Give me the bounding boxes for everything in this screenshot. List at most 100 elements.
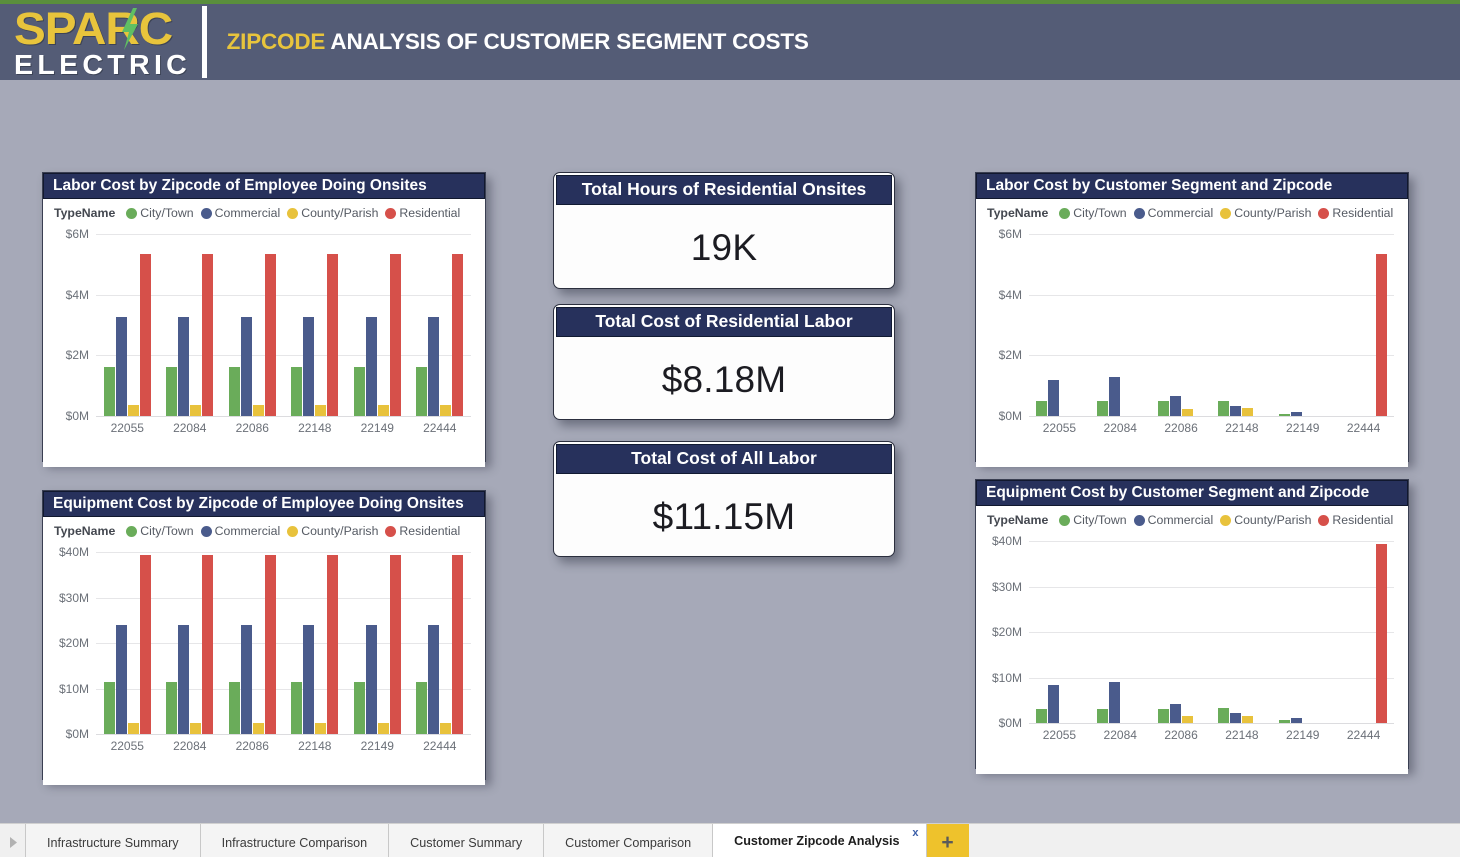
- page-tab-customer-zipcode-analysis[interactable]: Customer Zipcode Analysis x: [713, 824, 927, 857]
- bar-commercial[interactable]: [1169, 703, 1181, 723]
- bar-residential[interactable]: [202, 253, 214, 416]
- bar-commercial[interactable]: [115, 316, 127, 416]
- legend-entry-city-town[interactable]: City/Town: [126, 206, 194, 220]
- bar-residential[interactable]: [1376, 253, 1388, 416]
- bar-commercial[interactable]: [178, 624, 190, 734]
- bar-residential[interactable]: [139, 253, 151, 416]
- bar-city-town[interactable]: [1096, 400, 1108, 416]
- bar-commercial[interactable]: [303, 624, 315, 734]
- bar-city-town[interactable]: [1096, 708, 1108, 723]
- page-tab-customer-comparison[interactable]: Customer Comparison: [544, 824, 714, 857]
- bar-commercial[interactable]: [303, 316, 315, 416]
- bar-group[interactable]: 22149: [346, 552, 409, 753]
- bar-city-town[interactable]: [416, 682, 428, 734]
- bar-residential[interactable]: [389, 555, 401, 734]
- bar-city-town[interactable]: [1157, 708, 1169, 723]
- kpi-card-total-cost-all-labor[interactable]: Total Cost of All Labor $11.15M: [553, 441, 895, 557]
- bar-residential[interactable]: [452, 253, 464, 416]
- bar-city-town[interactable]: [1157, 401, 1169, 416]
- bar-county-parish[interactable]: [440, 405, 452, 416]
- bar-county-parish[interactable]: [1181, 409, 1193, 416]
- bar-county-parish[interactable]: [315, 723, 327, 734]
- legend-entry-residential[interactable]: Residential: [385, 206, 460, 220]
- bar-group[interactable]: 22055: [1029, 234, 1090, 435]
- legend-entry-county-parish[interactable]: County/Parish: [287, 206, 378, 220]
- bar-group[interactable]: 22444: [409, 552, 472, 753]
- bar-group[interactable]: 22148: [1212, 541, 1273, 742]
- bar-group[interactable]: 22086: [1151, 234, 1212, 435]
- bar-county-parish[interactable]: [377, 723, 389, 734]
- bar-group[interactable]: 22149: [1272, 541, 1333, 742]
- legend-entry-county-parish[interactable]: County/Parish: [287, 524, 378, 538]
- bar-city-town[interactable]: [228, 682, 240, 734]
- bar-commercial[interactable]: [1169, 395, 1181, 416]
- bar-group[interactable]: 22084: [159, 234, 222, 435]
- bar-commercial[interactable]: [1230, 713, 1242, 723]
- bar-city-town[interactable]: [416, 366, 428, 416]
- bar-group[interactable]: 22148: [284, 234, 347, 435]
- legend-entry-commercial[interactable]: Commercial: [1133, 513, 1213, 527]
- bar-residential[interactable]: [264, 555, 276, 734]
- bar-commercial[interactable]: [1108, 682, 1120, 723]
- legend-entry-commercial[interactable]: Commercial: [200, 206, 280, 220]
- bar-group[interactable]: 22055: [96, 552, 159, 753]
- bar-group[interactable]: 22148: [1212, 234, 1273, 435]
- bar-city-town[interactable]: [291, 366, 303, 416]
- bar-group[interactable]: 22086: [1151, 541, 1212, 742]
- legend-entry-residential[interactable]: Residential: [385, 524, 460, 538]
- bar-group[interactable]: 22055: [96, 234, 159, 435]
- bar-city-town[interactable]: [103, 682, 115, 734]
- bar-county-parish[interactable]: [127, 723, 139, 734]
- bar-county-parish[interactable]: [377, 405, 389, 416]
- bar-county-parish[interactable]: [127, 405, 139, 416]
- chart-panel-equipment-by-customer-segment-zipcode[interactable]: Equipment Cost by Customer Segment and Z…: [975, 479, 1409, 774]
- bar-commercial[interactable]: [428, 624, 440, 734]
- bar-residential[interactable]: [139, 555, 151, 734]
- bar-residential[interactable]: [202, 555, 214, 734]
- add-page-button[interactable]: +: [926, 824, 969, 857]
- bar-commercial[interactable]: [365, 316, 377, 416]
- bar-group[interactable]: 22086: [221, 552, 284, 753]
- legend-entry-city-town[interactable]: City/Town: [1059, 513, 1127, 527]
- bar-county-parish[interactable]: [190, 723, 202, 734]
- bar-city-town[interactable]: [353, 366, 365, 416]
- bar-commercial[interactable]: [115, 624, 127, 734]
- bar-residential[interactable]: [327, 253, 339, 416]
- bar-commercial[interactable]: [1047, 684, 1059, 723]
- bar-group[interactable]: 22444: [1333, 541, 1394, 742]
- bar-group[interactable]: 22149: [1272, 234, 1333, 435]
- bar-county-parish[interactable]: [440, 723, 452, 734]
- bar-group[interactable]: 22084: [1090, 541, 1151, 742]
- bar-city-town[interactable]: [166, 682, 178, 734]
- bar-residential[interactable]: [327, 555, 339, 734]
- bar-city-town[interactable]: [228, 366, 240, 416]
- legend-entry-county-parish[interactable]: County/Parish: [1220, 513, 1311, 527]
- bar-county-parish[interactable]: [190, 405, 202, 416]
- bar-residential[interactable]: [452, 555, 464, 734]
- bar-commercial[interactable]: [365, 624, 377, 734]
- bar-group[interactable]: 22149: [346, 234, 409, 435]
- chart-panel-labor-by-employee-zipcode[interactable]: Labor Cost by Zipcode of Employee Doing …: [42, 172, 486, 467]
- bar-residential[interactable]: [264, 253, 276, 416]
- kpi-card-total-hours-residential-onsites[interactable]: Total Hours of Residential Onsites 19K: [553, 172, 895, 289]
- bar-group[interactable]: 22055: [1029, 541, 1090, 742]
- chevron-right-icon[interactable]: [0, 824, 26, 857]
- kpi-card-total-cost-residential-labor[interactable]: Total Cost of Residential Labor $8.18M: [553, 304, 895, 420]
- bar-county-parish[interactable]: [1242, 408, 1254, 416]
- bar-commercial[interactable]: [240, 316, 252, 416]
- bar-county-parish[interactable]: [1242, 716, 1254, 723]
- bar-residential[interactable]: [1376, 544, 1388, 723]
- bar-group[interactable]: 22086: [221, 234, 284, 435]
- chart-panel-equipment-by-employee-zipcode[interactable]: Equipment Cost by Zipcode of Employee Do…: [42, 490, 486, 785]
- bar-city-town[interactable]: [1035, 401, 1047, 416]
- bar-city-town[interactable]: [1218, 708, 1230, 723]
- bar-city-town[interactable]: [103, 366, 115, 416]
- legend-entry-commercial[interactable]: Commercial: [200, 524, 280, 538]
- bar-group[interactable]: 22148: [284, 552, 347, 753]
- bar-commercial[interactable]: [240, 624, 252, 734]
- bar-commercial[interactable]: [1230, 406, 1242, 416]
- chart-panel-labor-by-customer-segment-zipcode[interactable]: Labor Cost by Customer Segment and Zipco…: [975, 172, 1409, 467]
- bar-county-parish[interactable]: [252, 723, 264, 734]
- bar-city-town[interactable]: [291, 682, 303, 734]
- bar-city-town[interactable]: [1218, 400, 1230, 416]
